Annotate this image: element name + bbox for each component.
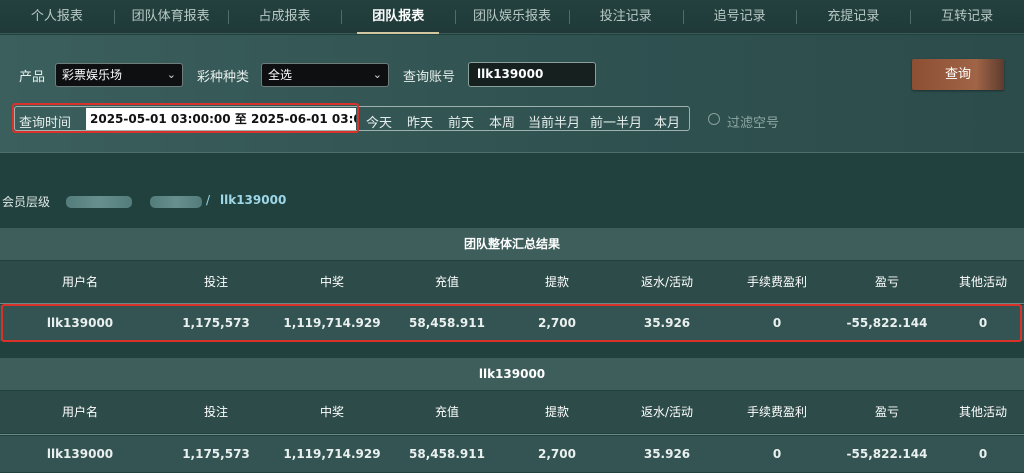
breadcrumb-hidden-item: [150, 196, 202, 208]
col-bet: 投注: [203, 275, 228, 289]
col-rebate: 返水/活动: [640, 275, 694, 289]
col-fee-profit: 手续费盈利: [746, 405, 807, 419]
col-other-activity: 其他活动: [958, 275, 1007, 289]
category-label: 彩种种类: [197, 70, 250, 85]
summary-title: 团队整体汇总结果: [0, 228, 1024, 260]
quick-current-half-month[interactable]: 当前半月: [528, 112, 580, 131]
cell-profit-loss: -55,822.144: [846, 447, 928, 461]
quick-day-before[interactable]: 前天: [448, 112, 474, 131]
quick-previous-half-month[interactable]: 前一半月: [590, 112, 642, 131]
cell-fee-profit: 0: [772, 447, 782, 461]
quick-yesterday[interactable]: 昨天: [407, 112, 433, 131]
tab-personal-report[interactable]: 个人报表: [0, 0, 114, 34]
product-label: 产品: [19, 70, 46, 85]
col-username: 用户名: [61, 405, 98, 419]
summary-header-row: 用户名 投注 中奖 充值 提款 返水/活动 手续费盈利 盈亏 其他活动: [0, 261, 1024, 303]
chevron-down-icon: ⌄: [166, 68, 176, 81]
filter-panel: 产品 彩票娱乐场 ⌄ 彩种种类 全选 ⌄ 查询账号 llk139000 查询 查…: [0, 35, 1024, 153]
product-select-value: 彩票娱乐场: [62, 68, 123, 82]
query-button[interactable]: 查询: [912, 59, 1004, 90]
cell-rebate: 35.926: [643, 447, 691, 461]
tab-bet-records[interactable]: 投注记录: [568, 0, 683, 34]
breadcrumb-current[interactable]: llk139000: [220, 193, 286, 207]
cell-withdraw: 2,700: [538, 447, 576, 461]
detail-header-row: 用户名 投注 中奖 充值 提款 返水/活动 手续费盈利 盈亏 其他活动: [0, 391, 1024, 433]
cell-deposit: 58,458.911: [409, 447, 485, 461]
col-withdraw: 提款: [544, 405, 569, 419]
tab-chase-records[interactable]: 追号记录: [682, 0, 797, 34]
breadcrumb-separator: /: [206, 193, 211, 207]
col-win: 中奖: [319, 275, 344, 289]
quick-today[interactable]: 今天: [366, 112, 392, 131]
cell-other-activity: 0: [978, 447, 988, 461]
col-rebate: 返水/活动: [640, 405, 694, 419]
tab-team-entertainment-report[interactable]: 团队娱乐报表: [455, 0, 569, 34]
col-profit-loss: 盈亏: [874, 405, 899, 419]
breadcrumb-hidden-item: [66, 196, 132, 208]
filter-empty-label: 过滤空号: [727, 116, 780, 131]
col-profit-loss: 盈亏: [874, 275, 899, 289]
quick-this-week[interactable]: 本周: [489, 112, 515, 131]
highlight-summary-row: [1, 304, 1022, 342]
detail-title: llk139000: [0, 358, 1024, 390]
col-username: 用户名: [61, 275, 98, 289]
tab-share-report[interactable]: 占成报表: [227, 0, 342, 34]
account-label: 查询账号: [403, 70, 456, 85]
col-other-activity: 其他活动: [958, 405, 1007, 419]
tab-team-sports-report[interactable]: 团队体育报表: [113, 0, 228, 34]
product-select[interactable]: 彩票娱乐场 ⌄: [55, 63, 183, 87]
chevron-down-icon: ⌄: [372, 68, 382, 81]
category-select-value: 全选: [268, 68, 293, 82]
highlight-time-range: [12, 103, 359, 133]
col-bet: 投注: [203, 405, 228, 419]
cell-win: 1,119,714.929: [283, 447, 381, 461]
category-select[interactable]: 全选 ⌄: [261, 63, 389, 87]
col-win: 中奖: [319, 405, 344, 419]
table-row: llk139000 1,175,573 1,119,714.929 58,458…: [0, 436, 1024, 472]
tab-transfer-records[interactable]: 互转记录: [910, 0, 1024, 34]
cell-username[interactable]: llk139000: [0, 436, 160, 472]
col-deposit: 充值: [434, 405, 459, 419]
filter-empty-radio[interactable]: [708, 113, 720, 125]
cell-bet: 1,175,573: [182, 447, 250, 461]
divider: [0, 434, 1024, 435]
col-deposit: 充值: [434, 275, 459, 289]
col-withdraw: 提款: [544, 275, 569, 289]
report-tabs: 个人报表 团队体育报表 占成报表 团队报表 团队娱乐报表 投注记录 追号记录 充…: [0, 0, 1024, 34]
quick-this-month[interactable]: 本月: [654, 112, 680, 131]
breadcrumb-label: 会员层级: [2, 195, 51, 209]
col-fee-profit: 手续费盈利: [746, 275, 807, 289]
account-input[interactable]: llk139000: [468, 62, 596, 87]
tab-deposit-withdraw-records[interactable]: 充提记录: [796, 0, 910, 34]
tab-team-report[interactable]: 团队报表: [341, 0, 455, 34]
